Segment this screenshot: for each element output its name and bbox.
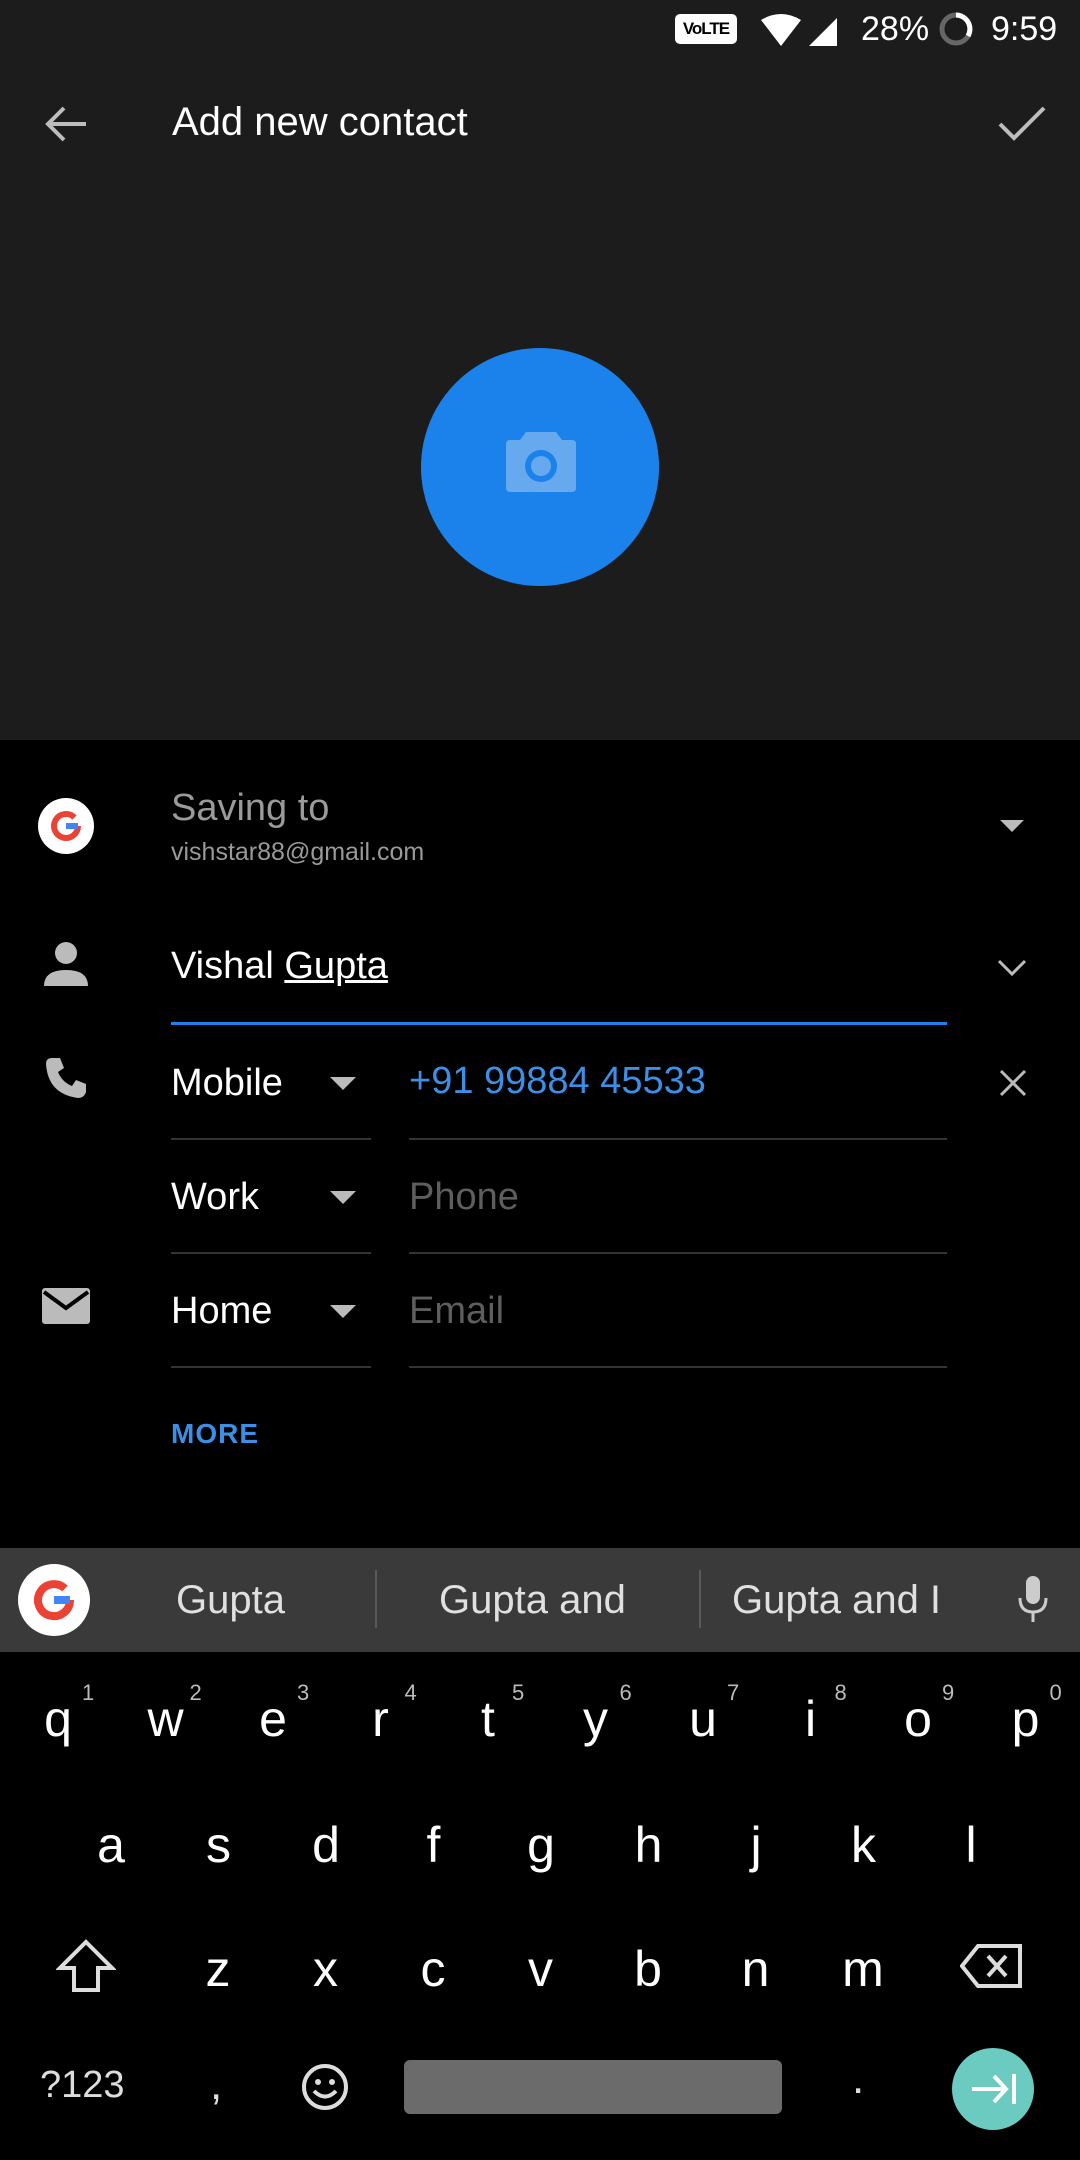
emoji-icon[interactable] xyxy=(300,2062,350,2112)
key-c[interactable]: c xyxy=(388,1940,478,1998)
phone-underline xyxy=(409,1138,947,1140)
last-name-text: Gupta xyxy=(284,945,388,987)
keyboard-row-1: q1w2e3r4t5y6u7i8o9p0 xyxy=(0,1680,1080,1780)
saving-to-label[interactable]: Saving to xyxy=(171,787,329,830)
phone-input[interactable]: +91 99884 45533 xyxy=(409,1060,706,1103)
divider xyxy=(699,1570,701,1628)
key-l[interactable]: l xyxy=(926,1816,1016,1874)
add-photo-button[interactable] xyxy=(421,348,659,586)
checkmark-icon[interactable] xyxy=(996,102,1048,146)
wifi-icon xyxy=(761,14,801,46)
backspace-icon[interactable] xyxy=(960,1942,1024,1990)
suggestion-item[interactable]: Gupta and xyxy=(439,1578,626,1623)
name-field[interactable]: Vishal Gupta xyxy=(171,945,388,988)
key-hint: 8 xyxy=(834,1680,847,1705)
camera-icon xyxy=(506,432,576,492)
keyboard-row-2: asdfghjkl xyxy=(0,1806,1080,1906)
arrow-back-icon[interactable] xyxy=(40,100,92,148)
key-hint: 4 xyxy=(404,1680,417,1705)
account-dropdown-icon[interactable] xyxy=(998,818,1026,834)
key-b[interactable]: b xyxy=(603,1940,693,1998)
account-email[interactable]: vishstar88@gmail.com xyxy=(171,838,424,867)
enter-key[interactable] xyxy=(952,2048,1034,2130)
key-x[interactable]: x xyxy=(281,1940,371,1998)
period-key[interactable]: . xyxy=(852,2054,864,2104)
email-type-select[interactable]: Home xyxy=(171,1290,272,1333)
phone-input-placeholder[interactable]: Phone xyxy=(409,1176,519,1219)
email-icon xyxy=(42,1288,90,1324)
dropdown-arrow-icon[interactable] xyxy=(330,1077,356,1091)
battery-percent: 28% xyxy=(861,10,930,48)
divider xyxy=(375,1570,377,1628)
more-button[interactable]: MORE xyxy=(171,1418,259,1450)
chevron-down-icon[interactable] xyxy=(996,958,1028,978)
key-hint: 5 xyxy=(512,1680,525,1705)
key-k[interactable]: k xyxy=(819,1816,909,1874)
email-input-placeholder[interactable]: Email xyxy=(409,1290,504,1333)
battery-ring-icon xyxy=(939,12,973,46)
symbols-key[interactable]: ?123 xyxy=(40,2064,125,2107)
key-f[interactable]: f xyxy=(389,1816,479,1874)
email-underline xyxy=(409,1366,947,1368)
key-v[interactable]: v xyxy=(496,1940,586,1998)
clock: 9:59 xyxy=(991,10,1058,48)
key-hint: 1 xyxy=(82,1680,95,1705)
dropdown-arrow-icon[interactable] xyxy=(330,1191,356,1205)
signal-icons xyxy=(761,14,837,46)
key-a[interactable]: a xyxy=(66,1816,156,1874)
key-m[interactable]: m xyxy=(818,1940,908,1998)
suggestion-item[interactable]: Gupta and I xyxy=(732,1578,941,1623)
phone-underline xyxy=(409,1252,947,1254)
person-icon xyxy=(44,942,88,986)
page-title: Add new contact xyxy=(172,100,468,144)
name-field-underline xyxy=(171,1022,947,1025)
key-hint: 7 xyxy=(727,1680,740,1705)
space-bar[interactable] xyxy=(404,2060,782,2114)
phone-icon xyxy=(46,1058,86,1098)
suggestion-item[interactable]: Gupta xyxy=(176,1578,285,1623)
comma-key[interactable]: , xyxy=(210,2060,222,2110)
key-hint: 0 xyxy=(1049,1680,1062,1705)
google-account-icon xyxy=(38,798,94,854)
key-d[interactable]: d xyxy=(281,1816,371,1874)
key-h[interactable]: h xyxy=(604,1816,694,1874)
key-s[interactable]: s xyxy=(174,1816,264,1874)
phone-type-select[interactable]: Work xyxy=(171,1176,259,1219)
dropdown-arrow-icon[interactable] xyxy=(330,1305,356,1319)
key-hint: 2 xyxy=(189,1680,202,1705)
shift-icon[interactable] xyxy=(56,1938,116,1994)
key-g[interactable]: g xyxy=(496,1816,586,1874)
key-hint: 3 xyxy=(297,1680,310,1705)
google-g-icon xyxy=(51,811,81,841)
key-z[interactable]: z xyxy=(173,1940,263,1998)
keyboard-row-3: zxcvbnm xyxy=(0,1930,1080,2030)
key-hint: 9 xyxy=(942,1680,955,1705)
mic-icon[interactable] xyxy=(1016,1574,1050,1624)
cell-signal-icon xyxy=(809,18,837,46)
key-n[interactable]: n xyxy=(711,1940,801,1998)
google-search-button[interactable] xyxy=(18,1564,90,1636)
tab-arrow-icon xyxy=(972,2074,1016,2104)
key-j[interactable]: j xyxy=(711,1816,801,1874)
key-hint: 6 xyxy=(619,1680,632,1705)
google-g-icon xyxy=(34,1580,75,1621)
first-name-text: Vishal xyxy=(171,945,274,987)
type-underline xyxy=(171,1138,371,1140)
volte-badge: VoLTE xyxy=(675,14,737,44)
type-underline xyxy=(171,1366,371,1368)
phone-type-select[interactable]: Mobile xyxy=(171,1062,283,1105)
close-icon[interactable] xyxy=(998,1068,1028,1098)
type-underline xyxy=(171,1252,371,1254)
